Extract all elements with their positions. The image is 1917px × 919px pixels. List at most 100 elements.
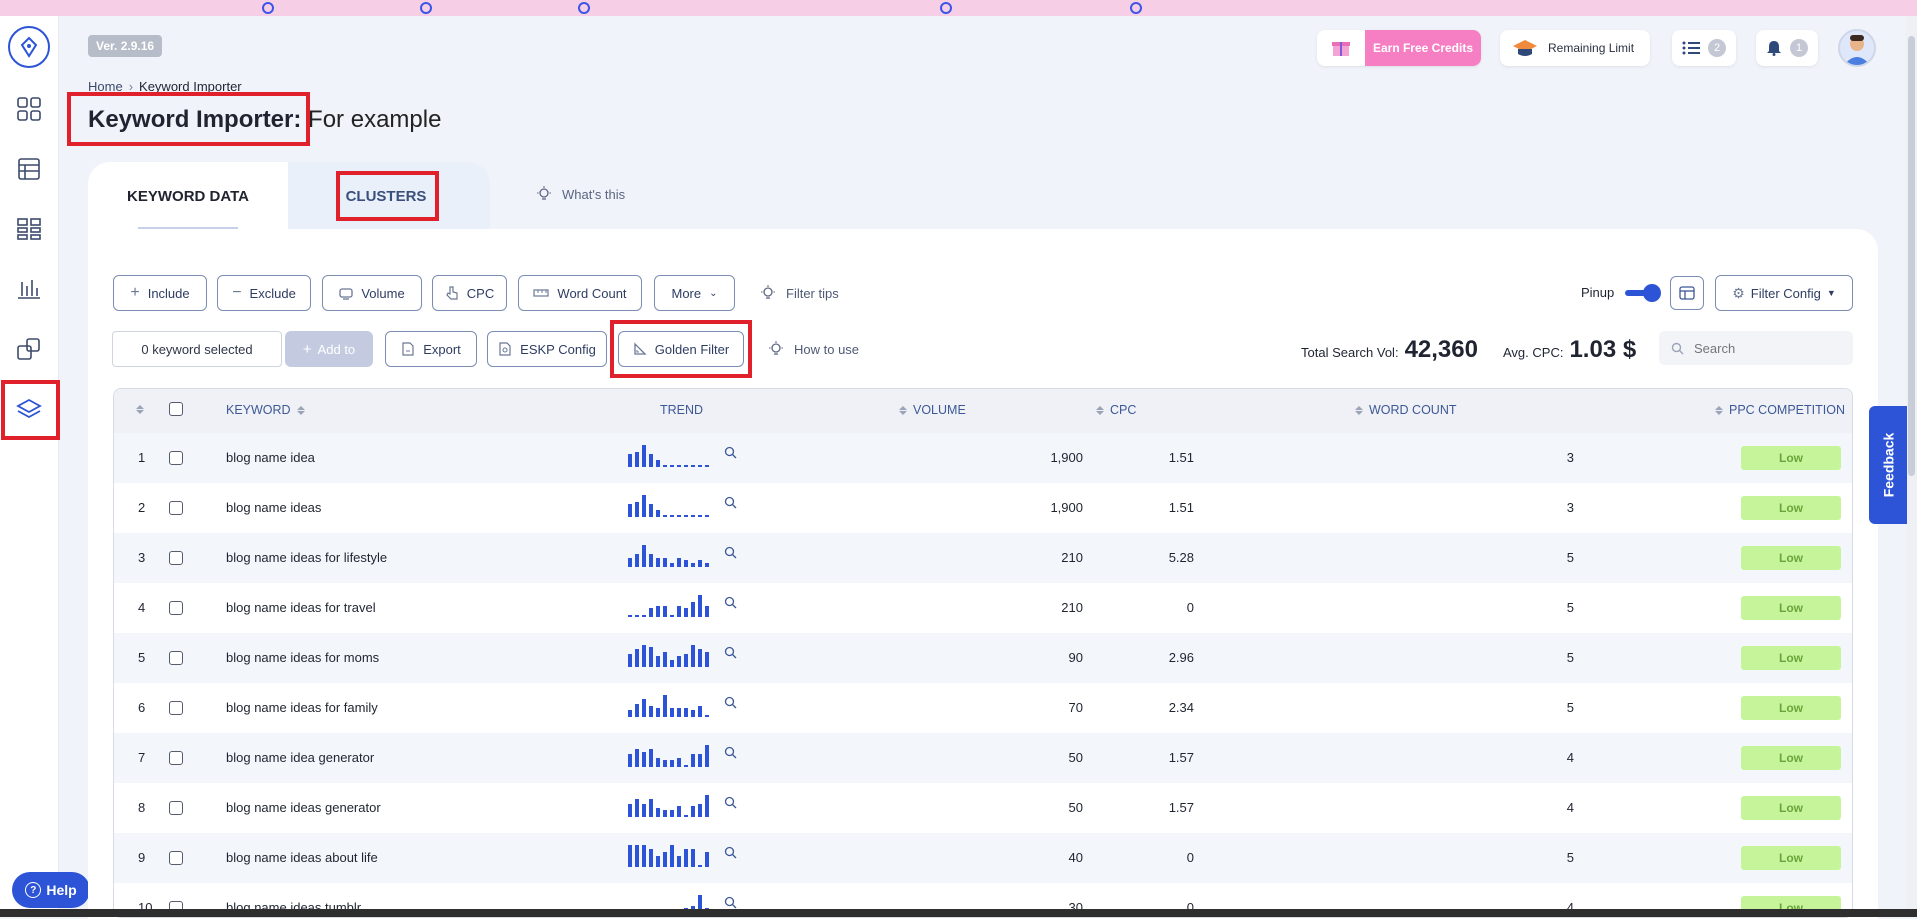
search-icon[interactable]: [724, 896, 737, 909]
row-checkbox[interactable]: [169, 501, 183, 515]
app-logo[interactable]: [8, 26, 50, 68]
table-row[interactable]: 4 blog name ideas for travel 210 0 5 Low: [114, 583, 1852, 633]
tasks-button[interactable]: 2: [1672, 30, 1736, 66]
row-checkbox[interactable]: [169, 601, 183, 615]
trend-bar: [656, 460, 660, 467]
word-count-filter-button[interactable]: Word Count: [518, 275, 642, 311]
search-icon[interactable]: [724, 446, 737, 459]
filter-config-dropdown[interactable]: ⚙ Filter Config ▼: [1715, 275, 1853, 311]
bookmark-icon[interactable]: [420, 2, 432, 14]
keyword-cell[interactable]: blog name ideas generator: [226, 800, 381, 815]
row-checkbox[interactable]: [169, 701, 183, 715]
keyword-cell[interactable]: blog name idea generator: [226, 750, 374, 765]
trend-bar: [663, 515, 667, 517]
trend-bar: [635, 749, 639, 767]
row-checkbox[interactable]: [169, 551, 183, 565]
eskp-config-button[interactable]: ESKP Config: [487, 331, 607, 367]
search-icon[interactable]: [724, 796, 737, 809]
notifications-button[interactable]: 1: [1756, 30, 1818, 66]
keyword-cell[interactable]: blog name ideas: [226, 500, 321, 515]
bookmark-icon[interactable]: [578, 2, 590, 14]
keyword-cell[interactable]: blog name ideas for travel: [226, 600, 376, 615]
feedback-button[interactable]: Feedback: [1869, 406, 1907, 524]
bookmark-icon[interactable]: [940, 2, 952, 14]
gear-icon: ⚙: [1732, 284, 1745, 301]
table-row[interactable]: 1 blog name idea 1,900 1.51 3 Low: [114, 433, 1852, 483]
row-checkbox[interactable]: [169, 451, 183, 465]
tab-keyword-data[interactable]: KEYWORD DATA: [88, 162, 288, 230]
pinup-toggle[interactable]: [1625, 283, 1661, 303]
page-scrollbar[interactable]: [1906, 16, 1917, 909]
sidebar-item-analytics[interactable]: [13, 273, 45, 305]
search-input[interactable]: [1692, 339, 1846, 357]
sidebar-item-tools[interactable]: [13, 333, 45, 365]
help-button[interactable]: ? Help: [12, 872, 90, 908]
row-checkbox[interactable]: [169, 851, 183, 865]
trend-bar: [642, 615, 646, 617]
search-box[interactable]: [1659, 331, 1853, 365]
trend-bar: [635, 502, 639, 517]
select-all-checkbox[interactable]: [169, 402, 183, 416]
sidebar-item-dashboard[interactable]: [13, 93, 45, 125]
keyword-cell[interactable]: blog name idea: [226, 450, 315, 465]
how-to-use-link[interactable]: How to use: [768, 341, 859, 357]
bookmark-icon[interactable]: [1130, 2, 1142, 14]
volume-cell: 70: [1068, 700, 1083, 715]
word-count-cell: 5: [1566, 600, 1574, 615]
search-icon[interactable]: [724, 496, 737, 509]
scrollbar-thumb[interactable]: [1908, 36, 1915, 476]
trend-bar: [691, 710, 695, 717]
trend-bar: [670, 615, 674, 617]
more-filters-dropdown[interactable]: More ⌄: [654, 275, 735, 311]
chevron-down-icon: ⌄: [709, 287, 718, 299]
add-to-button[interactable]: + Add to: [285, 331, 373, 367]
search-icon[interactable]: [724, 746, 737, 759]
trend-bar: [656, 656, 660, 667]
table-row[interactable]: 5 blog name ideas for moms 90 2.96 5 Low: [114, 633, 1852, 683]
whats-this-link[interactable]: What's this: [536, 186, 625, 202]
header-ppc-competition[interactable]: PPC COMPETITION: [1715, 403, 1845, 417]
row-checkbox[interactable]: [169, 801, 183, 815]
table-row[interactable]: 6 blog name ideas for family 70 2.34 5 Low: [114, 683, 1852, 733]
search-icon[interactable]: [724, 546, 737, 559]
keyword-cell[interactable]: blog name ideas for family: [226, 700, 378, 715]
search-icon[interactable]: [724, 696, 737, 709]
header-cpc[interactable]: CPC: [1096, 403, 1136, 417]
header-volume[interactable]: VOLUME: [899, 403, 966, 417]
sidebar-item-list[interactable]: [13, 153, 45, 185]
export-button[interactable]: Export: [385, 331, 477, 367]
row-checkbox[interactable]: [169, 651, 183, 665]
search-icon[interactable]: [724, 846, 737, 859]
user-avatar[interactable]: [1838, 29, 1876, 67]
header-keyword[interactable]: KEYWORD: [226, 403, 305, 417]
trend-bar: [663, 810, 667, 817]
remaining-limit-button[interactable]: Remaining Limit: [1500, 30, 1650, 66]
table-row[interactable]: 3 blog name ideas for lifestyle 210 5.28 5 Lo…: [114, 533, 1852, 583]
search-icon[interactable]: [724, 646, 737, 659]
sidebar-item-layout[interactable]: [13, 213, 45, 245]
trend-bar: [677, 708, 681, 717]
cpc-filter-button[interactable]: CPC: [432, 275, 507, 311]
keyword-table: KEYWORD TREND VOLUME CPC WORD COUNT PPC …: [113, 388, 1853, 918]
volume-filter-button[interactable]: Volume: [322, 275, 422, 311]
toggle-knob: [1643, 284, 1661, 302]
table-row[interactable]: 7 blog name idea generator 50 1.57 4 Low: [114, 733, 1852, 783]
table-row[interactable]: 9 blog name ideas about life 40 0 5 Low: [114, 833, 1852, 883]
whats-this-label: What's this: [562, 186, 626, 202]
keyword-cell[interactable]: blog name ideas for lifestyle: [226, 550, 387, 565]
trend-bar: [677, 515, 681, 517]
row-checkbox[interactable]: [169, 751, 183, 765]
search-icon[interactable]: [724, 596, 737, 609]
bookmark-icon[interactable]: [262, 2, 274, 14]
include-button[interactable]: + Include: [113, 275, 207, 311]
keyword-cell[interactable]: blog name ideas for moms: [226, 650, 379, 665]
table-row[interactable]: 8 blog name ideas generator 50 1.57 4 Low: [114, 783, 1852, 833]
row-number-sort[interactable]: [136, 405, 144, 414]
header-word-count[interactable]: WORD COUNT: [1355, 403, 1457, 417]
table-row[interactable]: 2 blog name ideas 1,900 1.51 3 Low: [114, 483, 1852, 533]
exclude-button[interactable]: − Exclude: [217, 275, 311, 311]
earn-free-credits-button[interactable]: Earn Free Credits: [1317, 30, 1481, 66]
filter-tips-link[interactable]: Filter tips: [760, 285, 839, 301]
keyword-cell[interactable]: blog name ideas about life: [226, 850, 378, 865]
column-layout-button[interactable]: [1670, 276, 1704, 310]
